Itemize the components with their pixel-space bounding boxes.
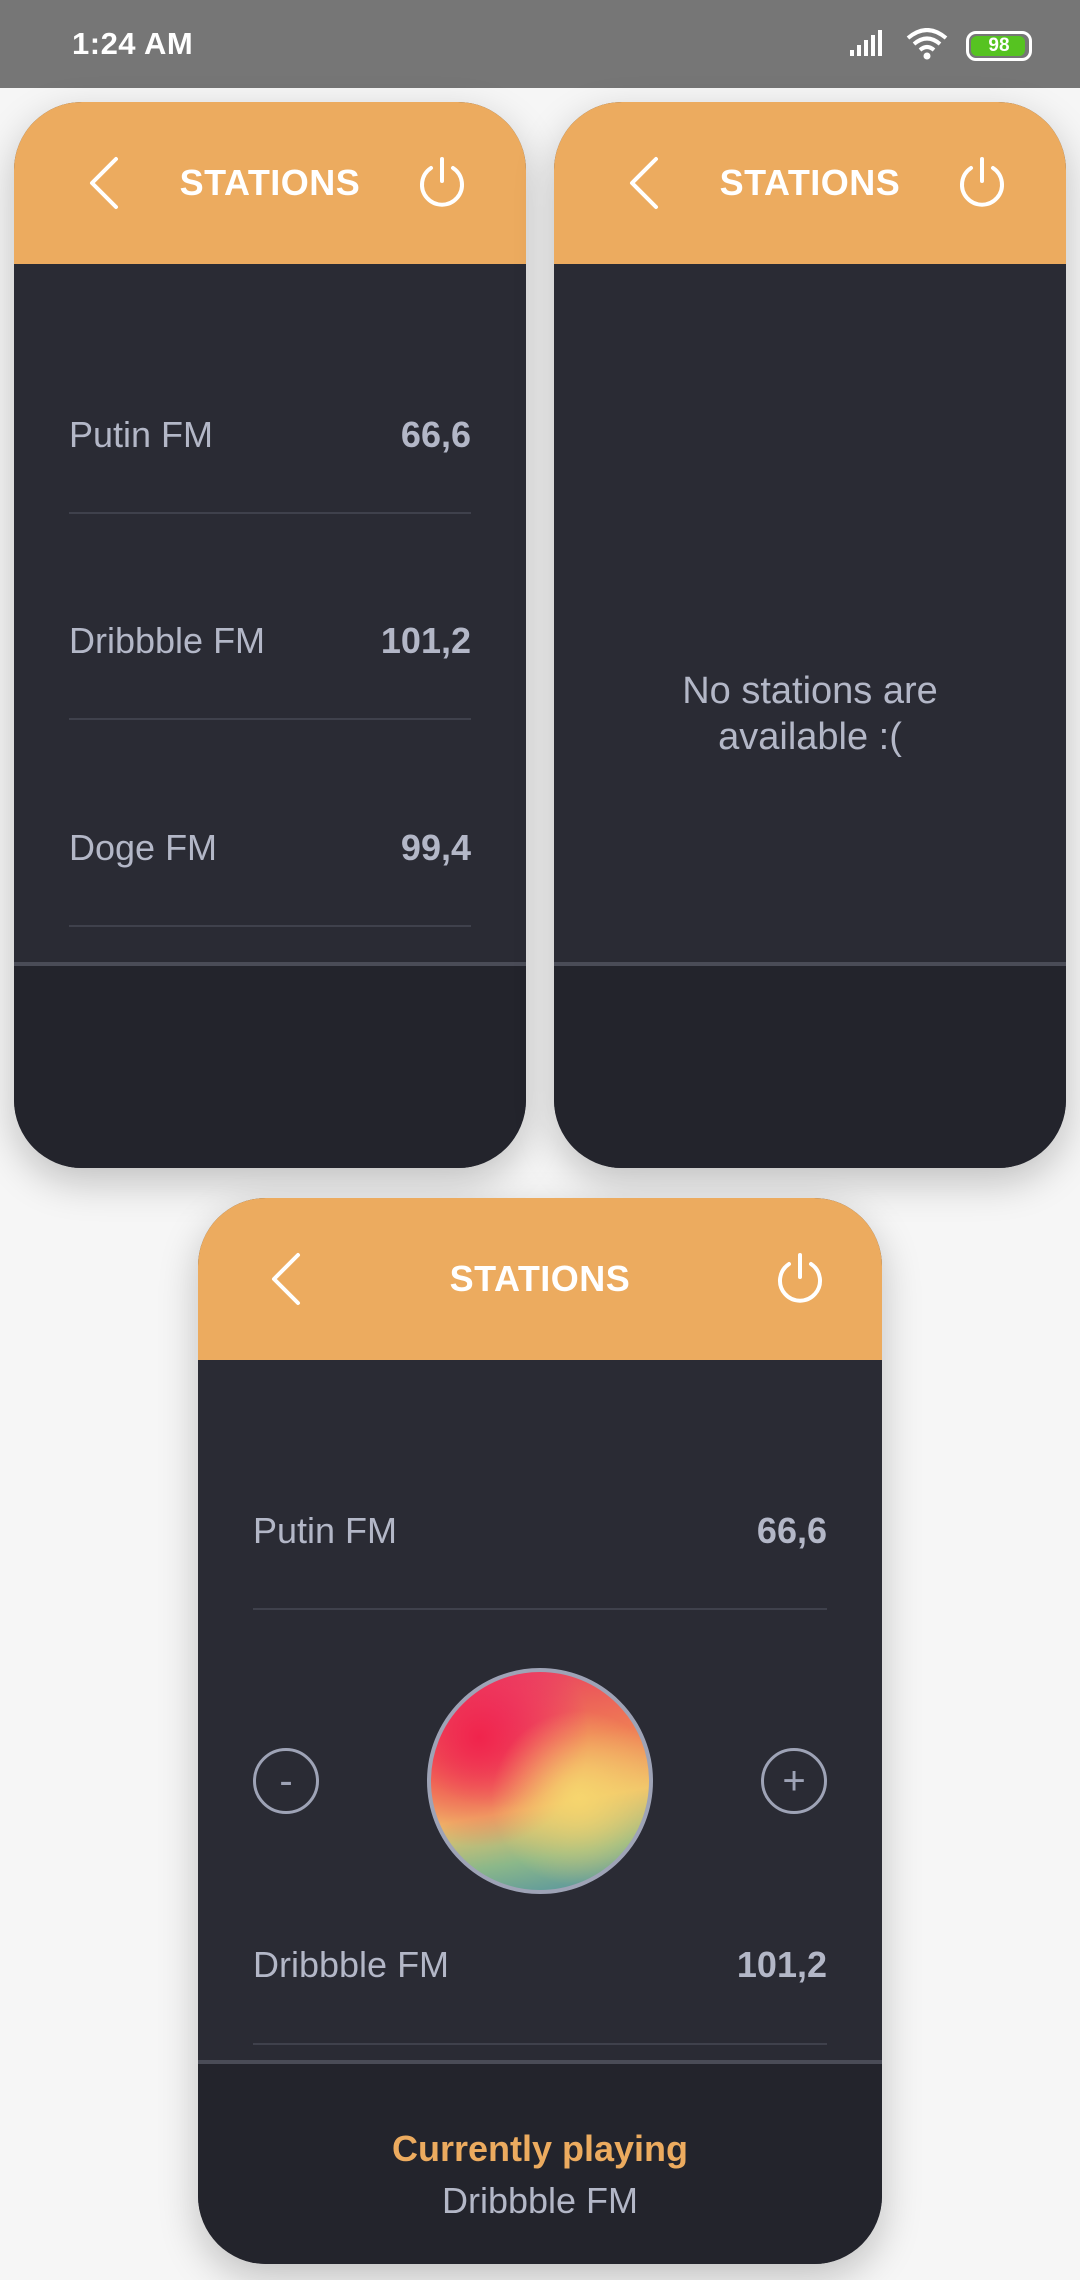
station-row[interactable]: Putin FM 66,6 xyxy=(253,1490,827,1570)
station-name: Dribbble FM xyxy=(253,1944,450,1985)
station-row[interactable]: Dribbble FM 101,2 xyxy=(69,600,471,680)
footer xyxy=(14,966,526,1168)
station-frequency: 99,4 xyxy=(400,827,471,868)
status-time: 1:24 AM xyxy=(72,26,194,61)
station-artwork xyxy=(427,1668,653,1894)
minus-label: - xyxy=(279,1759,293,1803)
battery-level: 98 xyxy=(988,35,1010,56)
divider xyxy=(69,718,471,720)
empty-message-line: No stations are xyxy=(682,670,938,712)
station-row[interactable]: Putin FM 66,6 xyxy=(69,394,471,474)
stations-card-empty: STATIONS No stations are available :( xyxy=(554,102,1066,1168)
power-icon[interactable] xyxy=(952,153,1012,213)
battery-icon: 98 xyxy=(966,31,1032,61)
divider xyxy=(69,925,471,927)
volume-up-button[interactable]: + xyxy=(761,1748,827,1814)
power-icon[interactable] xyxy=(770,1249,830,1309)
empty-state-message: No stations are available :( xyxy=(554,668,1066,760)
station-name: Putin FM xyxy=(253,1510,398,1551)
status-bar: 1:24 AM 98 xyxy=(0,0,1080,88)
divider xyxy=(253,2043,827,2045)
station-frequency: 66,6 xyxy=(400,414,471,455)
status-icons: 98 xyxy=(848,26,1032,66)
currently-playing-label: Currently playing xyxy=(391,2128,689,2169)
empty-message-line: available :( xyxy=(718,716,902,758)
power-icon[interactable] xyxy=(412,153,472,213)
now-playing-footer: Currently playing Dribbble FM xyxy=(198,2064,882,2264)
wifi-icon xyxy=(906,27,948,65)
volume-down-button[interactable]: - xyxy=(253,1748,319,1814)
station-name: Putin FM xyxy=(69,414,214,455)
stations-card-player: STATIONS Putin FM 66,6 - + Dribbble FM 1… xyxy=(198,1198,882,2264)
divider xyxy=(253,1608,827,1610)
plus-label: + xyxy=(782,1759,806,1803)
station-name: Doge FM xyxy=(69,827,218,868)
footer xyxy=(554,966,1066,1168)
stations-card-list: STATIONS Putin FM 66,6 Dribbble FM 101,2… xyxy=(14,102,526,1168)
station-name: Dribbble FM xyxy=(69,620,266,661)
divider xyxy=(69,512,471,514)
station-frequency: 101,2 xyxy=(380,620,471,661)
signal-icon xyxy=(848,29,888,63)
station-frequency: 101,2 xyxy=(736,1944,827,1985)
station-row-active[interactable]: Dribbble FM 101,2 xyxy=(253,1924,827,2004)
station-frequency: 66,6 xyxy=(756,1510,827,1551)
station-row[interactable]: Doge FM 99,4 xyxy=(69,807,471,887)
currently-playing-station: Dribbble FM xyxy=(441,2180,639,2221)
